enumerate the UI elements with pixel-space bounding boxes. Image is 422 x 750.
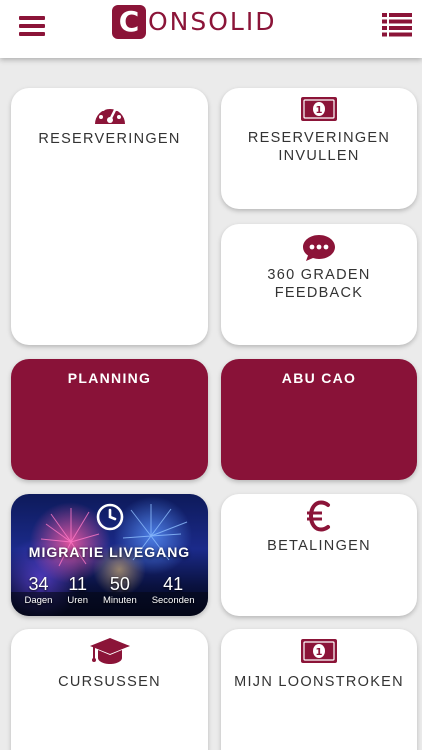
graduation-cap-icon (11, 637, 208, 667)
tile-label: RESERVERINGEN (38, 131, 181, 147)
countdown-days: 34 Dagen (24, 574, 52, 608)
chat-bubble-icon (221, 234, 417, 262)
app-header: C ONSOLID (0, 0, 422, 58)
tile-label: CURSUSSEN (58, 674, 161, 690)
countdown-hours: 11 Uren (67, 574, 88, 608)
tile-reserveringen-invullen[interactable]: 1 RESERVERINGEN INVULLEN (221, 88, 417, 209)
svg-text:1: 1 (316, 105, 323, 116)
logo-letter: C (112, 5, 146, 39)
tile-reserveringen[interactable]: RESERVERINGEN (11, 88, 208, 345)
countdown-value: 11 (68, 574, 88, 594)
countdown-timer: 34 Dagen 11 Uren 50 Minuten 41 Seconden (11, 574, 208, 608)
tile-migratie-livegang[interactable]: MIGRATIE LIVEGANG 34 Dagen 11 Uren 50 Mi… (11, 494, 208, 616)
tile-label-line1: RESERVERINGEN (247, 130, 391, 146)
countdown-value: 50 (109, 574, 130, 594)
banknote-icon: 1 (221, 639, 417, 663)
tile-label: BETALINGEN (267, 538, 371, 554)
tile-cursussen[interactable]: CURSUSSEN (11, 629, 208, 750)
euro-icon (221, 500, 417, 532)
tile-label: 360 GRADEN FEEDBACK (267, 267, 371, 301)
logo-text: ONSOLID (148, 7, 277, 36)
dashboard-gauge-icon (11, 98, 208, 126)
countdown-unit: Minuten (102, 595, 137, 606)
tile-label-line2: INVULLEN (278, 148, 360, 164)
tile-betalingen[interactable]: BETALINGEN (221, 494, 417, 616)
countdown-unit: Uren (67, 595, 88, 606)
svg-text:1: 1 (316, 647, 323, 658)
countdown-seconds: 41 Seconden (152, 574, 195, 608)
consolid-logo: C ONSOLID (112, 5, 318, 39)
list-view-icon[interactable] (382, 13, 412, 37)
tile-label: ABU CAO (281, 370, 357, 386)
banknote-icon: 1 (221, 97, 417, 121)
countdown-minutes: 50 Minuten (103, 574, 137, 608)
countdown-value: 34 (28, 574, 49, 594)
tile-label: PLANNING (67, 370, 152, 386)
tile-360-feedback[interactable]: 360 GRADEN FEEDBACK (221, 224, 417, 345)
tile-mijn-loonstroken[interactable]: 1 MIJN LOONSTROKEN (221, 629, 417, 750)
hamburger-menu-icon[interactable] (19, 16, 45, 36)
tile-planning[interactable]: PLANNING (11, 359, 208, 480)
tile-abu-cao[interactable]: ABU CAO (221, 359, 417, 480)
countdown-value: 41 (163, 574, 184, 594)
promo-title: MIGRATIE LIVEGANG (28, 544, 191, 560)
clock-icon (11, 503, 208, 531)
tile-label: MIJN LOONSTROKEN (234, 674, 404, 690)
countdown-unit: Seconden (151, 595, 195, 606)
countdown-unit: Dagen (24, 595, 53, 606)
